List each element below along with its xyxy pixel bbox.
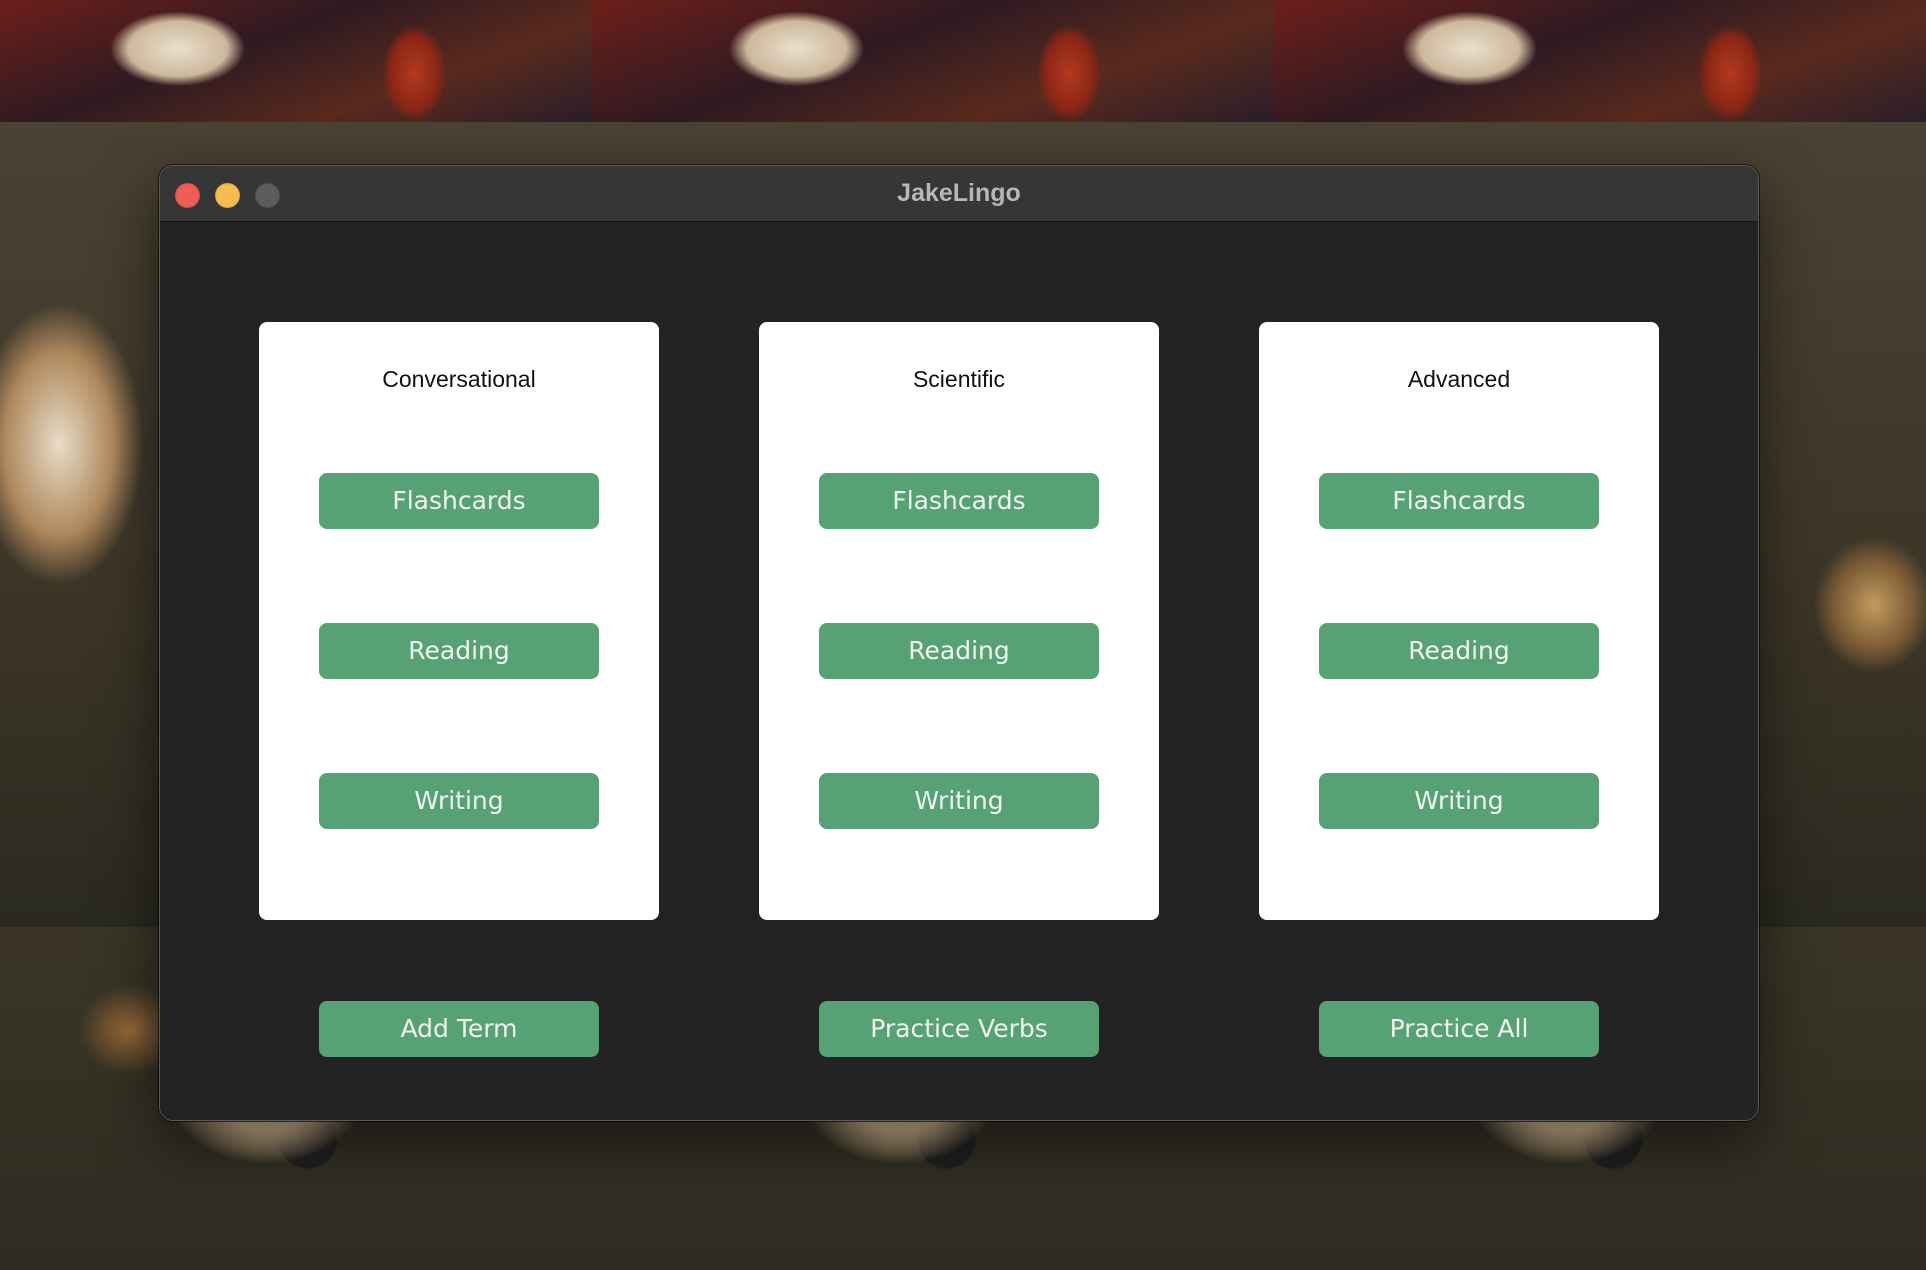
title-bar[interactable]: JakeLingo	[160, 166, 1758, 222]
reading-button[interactable]: Reading	[819, 623, 1099, 679]
card-title: Conversational	[382, 366, 536, 392]
card-scientific: Scientific Flashcards Reading Writing	[759, 322, 1159, 920]
reading-button[interactable]: Reading	[319, 623, 599, 679]
flashcards-button[interactable]: Flashcards	[1319, 473, 1599, 529]
wallpaper-tile	[592, 0, 1274, 122]
card-title: Scientific	[912, 366, 1006, 392]
card-title: Advanced	[1407, 366, 1511, 392]
card-conversational: Conversational Flashcards Reading Writin…	[259, 322, 659, 920]
card-advanced: Advanced Flashcards Reading Writing	[1259, 322, 1659, 920]
wallpaper-row-top	[0, 0, 1926, 122]
wallpaper-tile	[0, 0, 592, 122]
wallpaper-tile	[1274, 0, 1926, 122]
window-title: JakeLingo	[897, 179, 1021, 207]
writing-button[interactable]: Writing	[819, 773, 1099, 829]
practice-all-button[interactable]: Practice All	[1319, 1001, 1599, 1057]
add-term-button[interactable]: Add Term	[319, 1001, 599, 1057]
writing-button[interactable]: Writing	[1319, 773, 1599, 829]
practice-verbs-button[interactable]: Practice Verbs	[819, 1001, 1099, 1057]
flashcards-button[interactable]: Flashcards	[319, 473, 599, 529]
writing-button[interactable]: Writing	[319, 773, 599, 829]
main-content: Conversational Flashcards Reading Writin…	[160, 222, 1758, 1120]
app-window: JakeLingo Conversational Flashcards Read…	[159, 165, 1759, 1121]
flashcards-button[interactable]: Flashcards	[819, 473, 1099, 529]
reading-button[interactable]: Reading	[1319, 623, 1599, 679]
